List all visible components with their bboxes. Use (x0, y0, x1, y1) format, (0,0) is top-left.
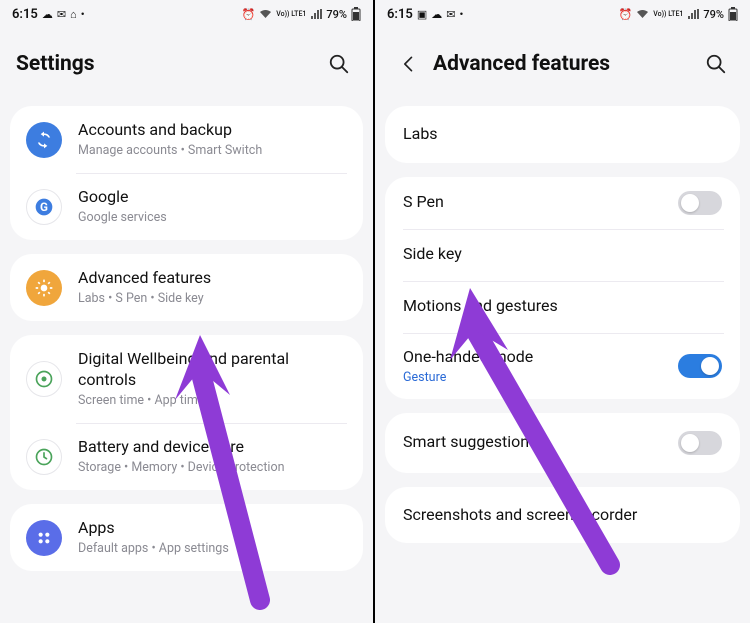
card-labs: Labs (385, 106, 740, 163)
page-title: Settings (16, 52, 315, 76)
settings-item-battery[interactable]: Battery and device care Storage • Memory… (10, 423, 363, 490)
advanced-icon (26, 270, 62, 306)
advanced-list: Labs S Pen Side key Motions and gestures… (375, 106, 750, 623)
back-button[interactable] (391, 46, 427, 82)
advanced-header: Advanced features (375, 28, 750, 106)
battery-pct: 79% (703, 8, 724, 21)
status-bar: 6:15 ☁ ✉ ⌂ • ⏰ Vo)) LTE1 79% (0, 0, 373, 28)
status-time: 6:15 (12, 7, 38, 22)
sync-icon (26, 122, 62, 158)
row-label: One-handed mode (403, 347, 662, 368)
search-button[interactable] (321, 46, 357, 82)
row-screenshots[interactable]: Screenshots and screen recorder (385, 487, 740, 544)
search-icon (705, 53, 727, 75)
apps-icon (26, 520, 62, 556)
chevron-left-icon (399, 54, 419, 74)
wifi-icon (636, 9, 649, 19)
row-label: Side key (403, 244, 462, 265)
row-side-key[interactable]: Side key (385, 229, 740, 281)
row-label: Screenshots and screen recorder (403, 505, 637, 526)
signal-icon (687, 9, 699, 19)
more-icon: • (459, 8, 463, 21)
item-label: Google (78, 187, 347, 208)
item-sub: Google services (78, 210, 347, 226)
wellbeing-icon (26, 361, 62, 397)
status-time: 6:15 (387, 7, 413, 22)
item-label: Digital Wellbeing and parental controls (78, 349, 347, 391)
alarm-icon: ⏰ (242, 8, 256, 21)
row-label: S Pen (403, 192, 662, 213)
cloud-icon: ☁ (42, 8, 53, 21)
search-icon (328, 53, 350, 75)
toggle-one-handed[interactable] (678, 354, 722, 378)
phone-advanced-features: 6:15 ▣ ☁ ✉ • ⏰ Vo)) LTE1 79% Advanced fe… (375, 0, 750, 623)
item-sub: Default apps • App settings (78, 541, 347, 557)
item-label: Apps (78, 518, 347, 539)
row-one-handed[interactable]: One-handed mode Gesture (385, 333, 740, 399)
status-bar: 6:15 ▣ ☁ ✉ • ⏰ Vo)) LTE1 79% (375, 0, 750, 28)
google-icon: G (26, 189, 62, 225)
row-label: Labs (403, 124, 438, 145)
toggle-smart-suggestions[interactable] (678, 431, 722, 455)
cloud-icon: ☁ (431, 8, 442, 21)
settings-item-wellbeing[interactable]: Digital Wellbeing and parental controls … (10, 335, 363, 423)
settings-header: Settings (0, 28, 373, 106)
more-icon: • (81, 8, 85, 21)
settings-card-3: Digital Wellbeing and parental controls … (10, 335, 363, 490)
net-label: Vo)) LTE1 (653, 11, 683, 18)
page-title: Advanced features (433, 52, 692, 76)
mail-icon: ✉ (446, 8, 455, 21)
item-sub: Storage • Memory • Device protection (78, 460, 347, 476)
row-spen[interactable]: S Pen (385, 177, 740, 229)
battery-pct: 79% (326, 8, 347, 21)
battery-care-icon (26, 439, 62, 475)
item-sub: Manage accounts • Smart Switch (78, 143, 347, 159)
row-label: Smart suggestions (403, 432, 662, 453)
search-button[interactable] (698, 46, 734, 82)
card-screenshots: Screenshots and screen recorder (385, 487, 740, 544)
settings-item-google[interactable]: G Google Google services (10, 173, 363, 240)
settings-item-apps[interactable]: Apps Default apps • App settings (10, 504, 363, 571)
settings-card-4: Apps Default apps • App settings (10, 504, 363, 571)
settings-list: Accounts and backup Manage accounts • Sm… (0, 106, 373, 623)
settings-card-1: Accounts and backup Manage accounts • Sm… (10, 106, 363, 240)
settings-item-advanced[interactable]: Advanced features Labs • S Pen • Side ke… (10, 254, 363, 321)
card-smart: Smart suggestions (385, 413, 740, 473)
settings-item-accounts[interactable]: Accounts and backup Manage accounts • Sm… (10, 106, 363, 173)
phone-settings: 6:15 ☁ ✉ ⌂ • ⏰ Vo)) LTE1 79% Settings (0, 0, 375, 623)
home-icon: ⌂ (70, 8, 77, 21)
row-labs[interactable]: Labs (385, 106, 740, 163)
image-icon: ▣ (417, 8, 427, 21)
item-sub: Labs • S Pen • Side key (78, 291, 347, 307)
row-motions[interactable]: Motions and gestures (385, 281, 740, 333)
row-sublink: Gesture (403, 370, 662, 385)
item-sub: Screen time • App timers (78, 393, 347, 409)
battery-icon (351, 7, 361, 21)
battery-icon (728, 7, 738, 21)
item-label: Battery and device care (78, 437, 347, 458)
svg-text:G: G (40, 200, 48, 214)
toggle-spen[interactable] (678, 191, 722, 215)
row-label: Motions and gestures (403, 296, 558, 317)
row-smart-suggestions[interactable]: Smart suggestions (385, 413, 740, 473)
settings-card-2: Advanced features Labs • S Pen • Side ke… (10, 254, 363, 321)
item-label: Advanced features (78, 268, 347, 289)
net-label: Vo)) LTE1 (276, 11, 306, 18)
alarm-icon: ⏰ (619, 8, 633, 21)
item-label: Accounts and backup (78, 120, 347, 141)
wifi-icon (259, 9, 272, 19)
mail-icon: ✉ (57, 8, 66, 21)
signal-icon (310, 9, 322, 19)
card-features: S Pen Side key Motions and gestures One-… (385, 177, 740, 399)
